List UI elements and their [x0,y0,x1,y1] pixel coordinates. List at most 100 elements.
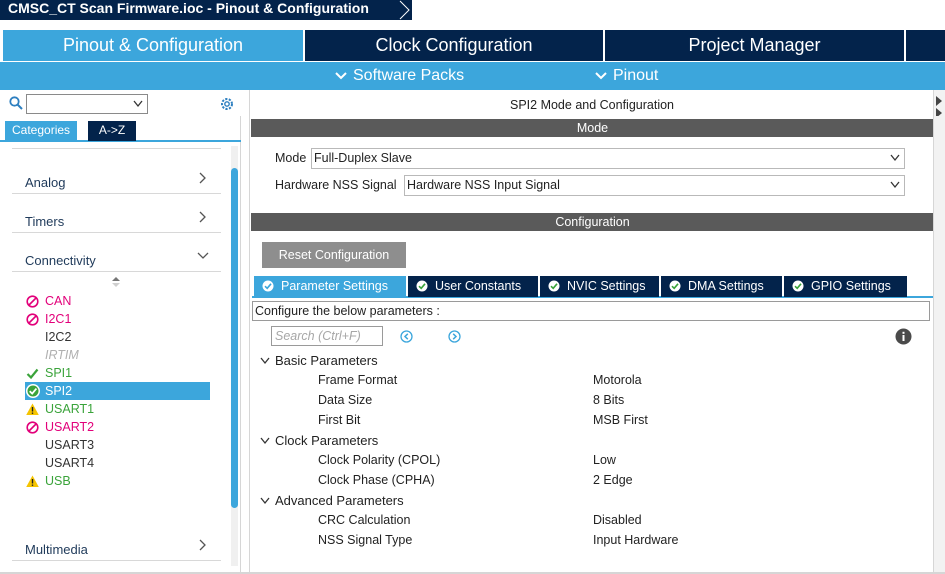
check-circle-icon [416,280,428,292]
param-name[interactable]: Clock Phase (CPHA) [318,473,435,487]
group-timers-label: Timers [25,214,65,229]
category-search-input[interactable] [26,94,148,114]
peripheral-can[interactable]: CAN [25,292,210,310]
mode-value: Full-Duplex Slave [314,151,412,165]
peripheral-usart2[interactable]: USART2 [25,418,210,436]
error-icon [26,313,39,326]
param-value[interactable]: MSB First [593,413,648,427]
param-name[interactable]: Frame Format [318,373,397,387]
peripheral-label: I2C1 [45,312,72,326]
group-multimedia-label: Multimedia [25,542,88,557]
reset-configuration-button[interactable]: Reset Configuration [262,242,406,268]
param-value[interactable]: Disabled [593,513,642,527]
chevron-down-icon [890,181,900,189]
chevron-down-icon [260,437,270,445]
pinout-label: Pinout [613,67,659,84]
configuration-section-header: Configuration [251,213,934,231]
sub-menu-bar: Software Packs Pinout [0,62,945,90]
peripheral-spi2[interactable]: SPI2 [25,382,210,400]
parameter-tabs: Parameter Settings User Constants NVIC S… [252,276,934,298]
param-value[interactable]: Low [593,453,616,467]
param-value[interactable]: Input Hardware [593,533,678,547]
expand-arrow-icon[interactable] [935,94,943,116]
side-panel-collapsed[interactable] [933,90,945,574]
param-name[interactable]: NSS Signal Type [318,533,412,547]
chevron-down-icon [197,252,209,259]
tab-label: GPIO Settings [811,279,891,293]
search-icon[interactable] [9,96,23,110]
tab-nvic-settings[interactable]: NVIC Settings [540,276,659,297]
configure-parameters-label: Configure the below parameters : [252,301,930,321]
peripheral-label: IRTIM [45,348,79,362]
chevron-right-icon [199,172,206,184]
info-icon[interactable] [895,328,912,345]
tab-parameter-settings[interactable]: Parameter Settings [254,276,406,297]
peripheral-irtim[interactable]: IRTIM [25,346,210,364]
categories-panel: Categories A->Z Analog Timers Connectivi… [0,90,241,574]
chevron-down-icon [260,357,270,365]
param-name[interactable]: Clock Polarity (CPOL) [318,453,440,467]
tab-label: DMA Settings [688,279,764,293]
peripheral-label: USART2 [45,420,95,434]
nss-label: Hardware NSS Signal [275,178,397,192]
param-name[interactable]: CRC Calculation [318,513,410,527]
group-timers[interactable]: Timers [12,194,221,233]
group-analog-label: Analog [25,175,66,190]
peripheral-label: CAN [45,294,72,308]
group-analog[interactable]: Analog [12,155,221,194]
mode-section-header: Mode [251,119,934,137]
breadcrumb-arrow-icon [396,0,412,20]
gear-icon[interactable] [219,96,235,112]
panel-title: SPI2 Mode and Configuration [510,98,674,112]
tab-gpio-settings[interactable]: GPIO Settings [784,276,907,297]
peripheral-i2c2[interactable]: I2C2 [25,328,210,346]
tab-dma-settings[interactable]: DMA Settings [661,276,782,297]
peripheral-label: USART3 [45,438,95,452]
param-name[interactable]: First Bit [318,413,360,427]
peripheral-i2c1[interactable]: I2C1 [25,310,210,328]
check-circle-icon [26,384,40,398]
nss-value: Hardware NSS Input Signal [407,178,560,192]
pinout-menu[interactable]: Pinout [595,67,658,85]
chevron-down-icon [260,497,270,505]
category-search-bar [0,90,241,116]
chevron-down-icon [335,72,347,80]
tab-user-constants[interactable]: User Constants [408,276,538,297]
param-name[interactable]: Data Size [318,393,372,407]
check-circle-icon [669,280,681,292]
nss-select[interactable]: Hardware NSS Input Signal [404,175,905,196]
tab-pinout-configuration[interactable]: Pinout & Configuration [3,30,303,61]
peripheral-spi1[interactable]: SPI1 [25,364,210,382]
warning-icon [26,403,39,415]
sort-icon[interactable] [111,276,121,288]
scrollbar-thumb[interactable] [231,168,238,508]
peripheral-usart1[interactable]: USART1 [25,400,210,418]
chevron-right-icon [199,211,206,223]
tab-project-manager[interactable]: Project Manager [605,30,904,61]
mode-select[interactable]: Full-Duplex Slave [311,148,905,169]
tab-label: NVIC Settings [567,279,646,293]
param-value[interactable]: 8 Bits [593,393,624,407]
group-multimedia[interactable]: Multimedia [12,522,221,561]
chevron-down-icon [890,154,900,162]
peripheral-usb[interactable]: USB [25,472,210,490]
tab-a-to-z[interactable]: A->Z [88,121,136,141]
tab-tools[interactable] [906,30,945,61]
peripheral-usart4[interactable]: USART4 [25,454,210,472]
checkmark-icon [26,368,39,380]
param-value[interactable]: 2 Edge [593,473,633,487]
parameter-search-input[interactable]: Search (Ctrl+F) [271,326,383,346]
chevron-down-icon[interactable] [133,100,143,108]
previous-icon[interactable] [400,330,413,343]
peripheral-usart3[interactable]: USART3 [25,436,210,454]
group-connectivity[interactable]: Connectivity [12,233,221,272]
tab-clock-configuration[interactable]: Clock Configuration [305,30,603,61]
tab-categories[interactable]: Categories [5,121,78,141]
group-connectivity-label: Connectivity [25,253,96,268]
window-title: CMSC_CT Scan Firmware.ioc - Pinout & Con… [0,0,412,20]
next-icon[interactable] [448,330,461,343]
peripheral-label: SPI2 [45,384,73,398]
software-packs-menu[interactable]: Software Packs [335,67,464,85]
warning-icon [26,475,39,487]
param-value[interactable]: Motorola [593,373,642,387]
